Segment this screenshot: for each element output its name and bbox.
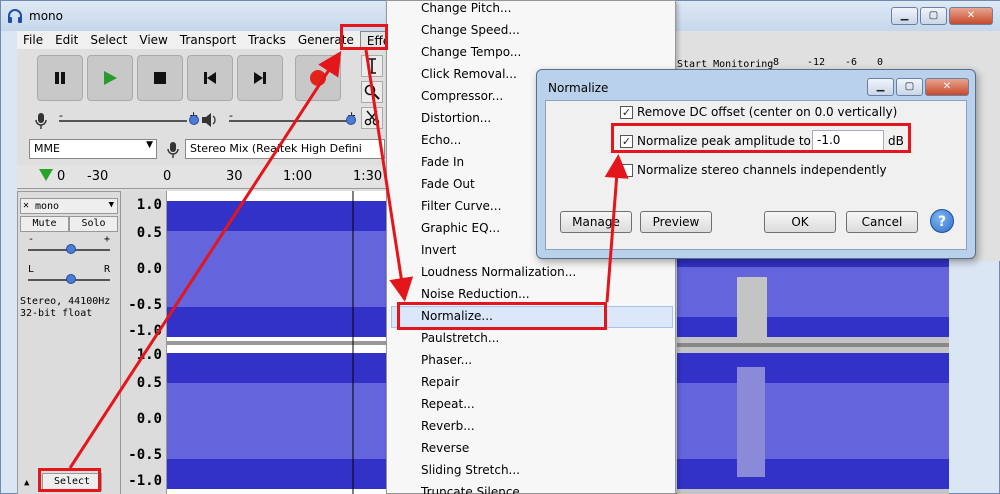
arrow-select-to-effect <box>68 50 342 469</box>
arrow-normalize-to-peak <box>604 154 629 303</box>
arrow-effect-to-normalize <box>364 49 414 302</box>
annotation-arrows <box>68 49 629 469</box>
